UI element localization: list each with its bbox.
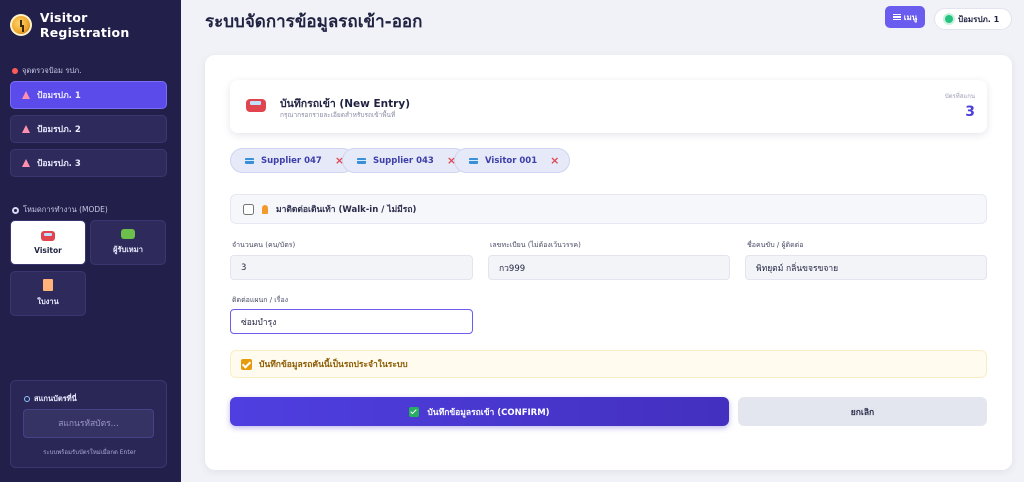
- license-plate-field[interactable]: [488, 255, 730, 280]
- scanned-count-value: 3: [965, 104, 975, 120]
- sidebar: Visitor Registration จุดตรวจป้อม รปภ. ป้…: [0, 0, 181, 482]
- status-dot-icon: [945, 15, 953, 23]
- scanned-card-chip: Visitor 001 ×: [454, 148, 571, 173]
- cancel-button[interactable]: ยกเลิก: [738, 397, 987, 426]
- people-count-label: จำนวนคน (คน/บัตร): [232, 241, 296, 249]
- scan-title: สแกนบัตรที่นี่: [24, 393, 77, 405]
- menu-button[interactable]: เมนู: [885, 6, 925, 28]
- scan-hint: ระบบพร้อมรับบัตรใหม่เมื่อกด Enter: [43, 449, 136, 456]
- sidebar-item-label: ป้อมรปภ. 2: [37, 125, 81, 135]
- id-card-icon: [357, 157, 366, 164]
- brand-title: Visitor Registration: [39, 10, 130, 40]
- walk-in-checkbox[interactable]: [243, 203, 254, 215]
- tower-icon: [22, 91, 31, 99]
- entry-form-card: บันทึกรถเข้า (New Entry) กรุณากรอกรายละเ…: [205, 55, 1012, 470]
- sidebar-item-label: ป้อมรปภ. 1: [37, 91, 81, 101]
- tower-icon: [22, 159, 31, 167]
- regular-vehicle-option[interactable]: บันทึกข้อมูลรถคันนี้เป็นรถประจำในระบบ: [230, 350, 987, 378]
- mode-contractor[interactable]: ผู้รับเหมา: [90, 220, 166, 265]
- scan-panel: สแกนบัตรที่นี่ ระบบพร้อมรับบัตรใหม่เมื่อ…: [10, 380, 167, 468]
- regular-vehicle-checkbox[interactable]: [241, 358, 252, 370]
- walk-in-option[interactable]: มาติดต่อเดินเท้า (Walk-in / ไม่มีรถ): [230, 194, 987, 224]
- pin-icon: [12, 68, 18, 74]
- mode-label: ใบงาน: [37, 297, 59, 306]
- department-field[interactable]: [230, 309, 473, 334]
- mode-section-label: โหมดการทำงาน (MODE): [12, 204, 108, 216]
- brand: Visitor Registration: [10, 10, 181, 40]
- contact-name-field[interactable]: [745, 255, 987, 280]
- tower-icon: [22, 125, 31, 133]
- entry-subtitle: กรุณากรอกรายละเอียดสำหรับรถเข้าพื้นที่: [280, 111, 396, 119]
- entry-header: บันทึกรถเข้า (New Entry) กรุณากรอกรายละเ…: [230, 80, 987, 133]
- confirm-entry-button[interactable]: บันทึกข้อมูลรถเข้า (CONFIRM): [230, 397, 729, 426]
- sidebar-item-checkpoint-3[interactable]: ป้อมรปภ. 3: [10, 149, 167, 177]
- scanned-card-chip: Supplier 047 ×: [230, 148, 356, 173]
- mode-label: Visitor: [34, 245, 62, 255]
- sidebar-item-checkpoint-2[interactable]: ป้อมรปภ. 2: [10, 115, 167, 143]
- mode-work-order[interactable]: ใบงาน: [10, 271, 86, 316]
- page-title: ระบบจัดการข้อมูลรถเข้า-ออก: [205, 12, 423, 32]
- car-icon: [41, 230, 55, 241]
- id-card-icon: [245, 157, 254, 164]
- clock-logo-icon: [10, 14, 32, 36]
- truck-icon: [121, 229, 135, 239]
- gear-icon: [12, 206, 19, 214]
- mode-label: ผู้รับเหมา: [113, 245, 143, 254]
- search-icon: [24, 396, 30, 402]
- car-icon: [246, 99, 266, 112]
- sidebar-item-checkpoint-1[interactable]: ป้อมรปภ. 1: [10, 81, 167, 109]
- id-card-icon: [469, 157, 478, 164]
- scan-card-input[interactable]: [23, 409, 154, 438]
- remove-chip-icon[interactable]: ×: [550, 154, 559, 167]
- checkpoint-section-label: จุดตรวจป้อม รปภ.: [12, 65, 81, 77]
- hamburger-icon: [892, 14, 901, 20]
- document-icon: [43, 279, 53, 291]
- check-icon: [409, 406, 420, 417]
- scanned-count-label: บัตรที่สแกน: [944, 93, 975, 100]
- license-plate-label: เลขทะเบียน (ไม่ต้องเว้นวรรค): [490, 241, 581, 249]
- current-checkpoint-pill: ป้อมรปภ. 1: [934, 8, 1012, 30]
- department-label: ติดต่อแผนก / เรื่อง: [232, 296, 289, 304]
- contact-name-label: ชื่อคนขับ / ผู้ติดต่อ: [747, 241, 804, 249]
- people-count-field[interactable]: [230, 255, 473, 280]
- mode-visitor[interactable]: Visitor: [10, 220, 86, 265]
- scanned-card-chip: Supplier 043 ×: [342, 148, 468, 173]
- sidebar-item-label: ป้อมรปภ. 3: [37, 159, 81, 169]
- walking-person-icon: [262, 204, 268, 214]
